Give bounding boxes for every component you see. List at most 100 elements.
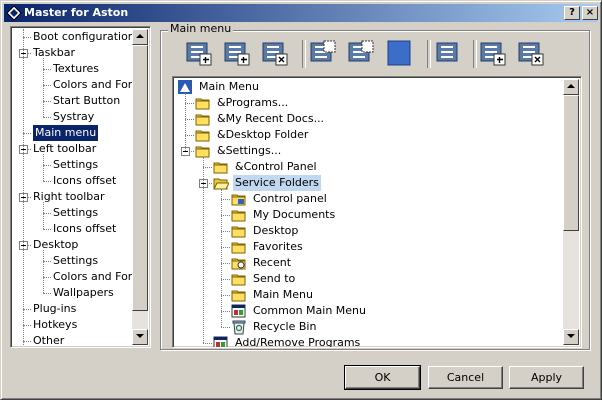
scroll-down-button[interactable]: [563, 329, 579, 345]
tree-item-icons-offset[interactable]: Icons offset: [53, 173, 116, 189]
scroll-up-button[interactable]: [563, 79, 579, 95]
tree-item-other[interactable]: Other: [33, 333, 64, 347]
control-panel-icon: [231, 194, 246, 206]
list-move-icon: [310, 40, 336, 62]
scroll-thumb[interactable]: [563, 95, 579, 231]
tree-connector: [221, 189, 223, 327]
folder-icon: [231, 226, 246, 238]
menu-item-label: Service Folders: [233, 175, 321, 191]
menu-item-label: Favorites: [253, 240, 303, 253]
add-submenu-button[interactable]: [224, 40, 250, 66]
properties-button[interactable]: [386, 40, 412, 66]
tree-item-settings[interactable]: Settings: [53, 253, 98, 269]
common-menu-icon: [231, 304, 246, 318]
scroll-thumb[interactable]: [132, 45, 148, 311]
add-page-button[interactable]: [480, 40, 506, 66]
menu-item-label: My Documents: [253, 208, 336, 221]
tree-connector: [185, 93, 187, 151]
arrow-up-icon: [567, 84, 575, 88]
tree-item-settings[interactable]: Settings: [53, 205, 98, 221]
ok-button[interactable]: OK: [344, 365, 421, 390]
menu-item-label: &Desktop Folder: [217, 128, 309, 141]
menu-item-label: Recycle Bin: [253, 320, 317, 333]
folder-icon: [195, 114, 210, 126]
folder-icon: [231, 274, 246, 286]
group-label: Main menu: [168, 22, 234, 35]
arrow-down-icon: [567, 334, 575, 338]
tree-item-systray[interactable]: Systray: [53, 109, 94, 125]
folder-icon: [231, 290, 246, 302]
menu-item-label: Add/Remove Programs: [235, 336, 361, 348]
list-delete-icon: [262, 42, 288, 66]
tree-item-desktop[interactable]: Desktop: [33, 237, 78, 253]
tree-item-main-menu[interactable]: Main menu: [33, 125, 99, 141]
remove-page-button[interactable]: [518, 40, 544, 66]
menu-tree-scrollbar[interactable]: [563, 79, 579, 345]
menu-item-label: &Control Panel: [235, 160, 317, 173]
tree-connector: [43, 181, 51, 183]
toolbar-separator: [427, 40, 431, 68]
list-add-sub-icon: [224, 42, 250, 66]
settings-tree-scrollbar[interactable]: [132, 29, 148, 345]
tree-connector: [43, 117, 51, 119]
tree-item-wallpapers[interactable]: Wallpapers: [53, 285, 114, 301]
menu-item-label: Desktop: [253, 224, 299, 237]
tree-item-start-button[interactable]: Start Button: [53, 93, 120, 109]
toolbar-separator: [473, 40, 477, 68]
tree-connector: [43, 250, 45, 293]
folder-icon: [231, 242, 246, 254]
folder-icon: [195, 130, 210, 142]
tree-connector: [221, 327, 230, 329]
tree-connector: [203, 157, 205, 343]
recycle-bin-icon: [232, 320, 246, 335]
tree-connector: [203, 343, 212, 345]
add-remove-icon: [213, 336, 228, 347]
tree-connector: [43, 229, 51, 231]
view-list-button[interactable]: [436, 40, 462, 66]
close-button[interactable]: ×: [582, 6, 598, 20]
cancel-button[interactable]: Cancel: [428, 366, 503, 389]
title-bar[interactable]: Master for Aston ? ×: [4, 4, 598, 22]
blue-square-icon: [387, 40, 411, 66]
tree-connector: [43, 202, 45, 229]
folder-icon: [213, 162, 228, 174]
help-button[interactable]: ?: [564, 6, 580, 20]
tree-item-taskbar[interactable]: Taskbar: [33, 45, 75, 61]
tree-item-icons-offset[interactable]: Icons offset: [53, 221, 116, 237]
list-add-icon: [186, 42, 212, 66]
menu-item-label: &My Recent Docs...: [217, 112, 325, 125]
add-item-button[interactable]: [186, 40, 212, 66]
menu-tree[interactable]: Main Menu &Programs... &My Recent Docs... &…: [172, 76, 582, 348]
menu-item-label: Recent: [253, 256, 292, 269]
move-item-button[interactable]: [310, 40, 336, 66]
scroll-up-button[interactable]: [132, 29, 148, 45]
tree-item-textures[interactable]: Textures: [53, 61, 99, 77]
tree-item-settings[interactable]: Settings: [53, 157, 98, 173]
app-icon: [6, 5, 22, 21]
folder-icon: [195, 98, 210, 110]
apply-button[interactable]: Apply: [509, 366, 584, 389]
list-copy-icon: [348, 40, 374, 62]
delete-item-button[interactable]: [262, 40, 288, 66]
tree-item-plug-ins[interactable]: Plug-ins: [33, 301, 76, 317]
list-page-add-icon: [480, 42, 506, 66]
arrow-down-icon: [136, 334, 144, 338]
recent-folder-icon: [231, 258, 246, 270]
list-page-delete-icon: [518, 42, 544, 66]
menu-item-label: Common Main Menu: [253, 304, 366, 317]
folder-icon: [231, 210, 246, 222]
tree-item-boot-configuration[interactable]: Boot configuration: [33, 29, 135, 45]
window-title: Master for Aston: [24, 6, 129, 19]
tree-connector: [43, 58, 45, 117]
menu-item-label: Control panel: [253, 192, 327, 205]
menu-item-label: &Programs...: [217, 96, 289, 109]
list-view-icon: [436, 42, 458, 62]
menu-item-label: &Settings...: [217, 144, 282, 157]
scroll-down-button[interactable]: [132, 329, 148, 345]
copy-item-button[interactable]: [348, 40, 374, 66]
tree-connector: [43, 293, 51, 295]
menu-item-label: Main Menu: [199, 80, 259, 93]
settings-tree[interactable]: Boot configuration Taskbar Textures Colors …: [10, 26, 151, 348]
tree-item-hotkeys[interactable]: Hotkeys: [33, 317, 77, 333]
menu-item-label: Send to: [253, 272, 296, 285]
